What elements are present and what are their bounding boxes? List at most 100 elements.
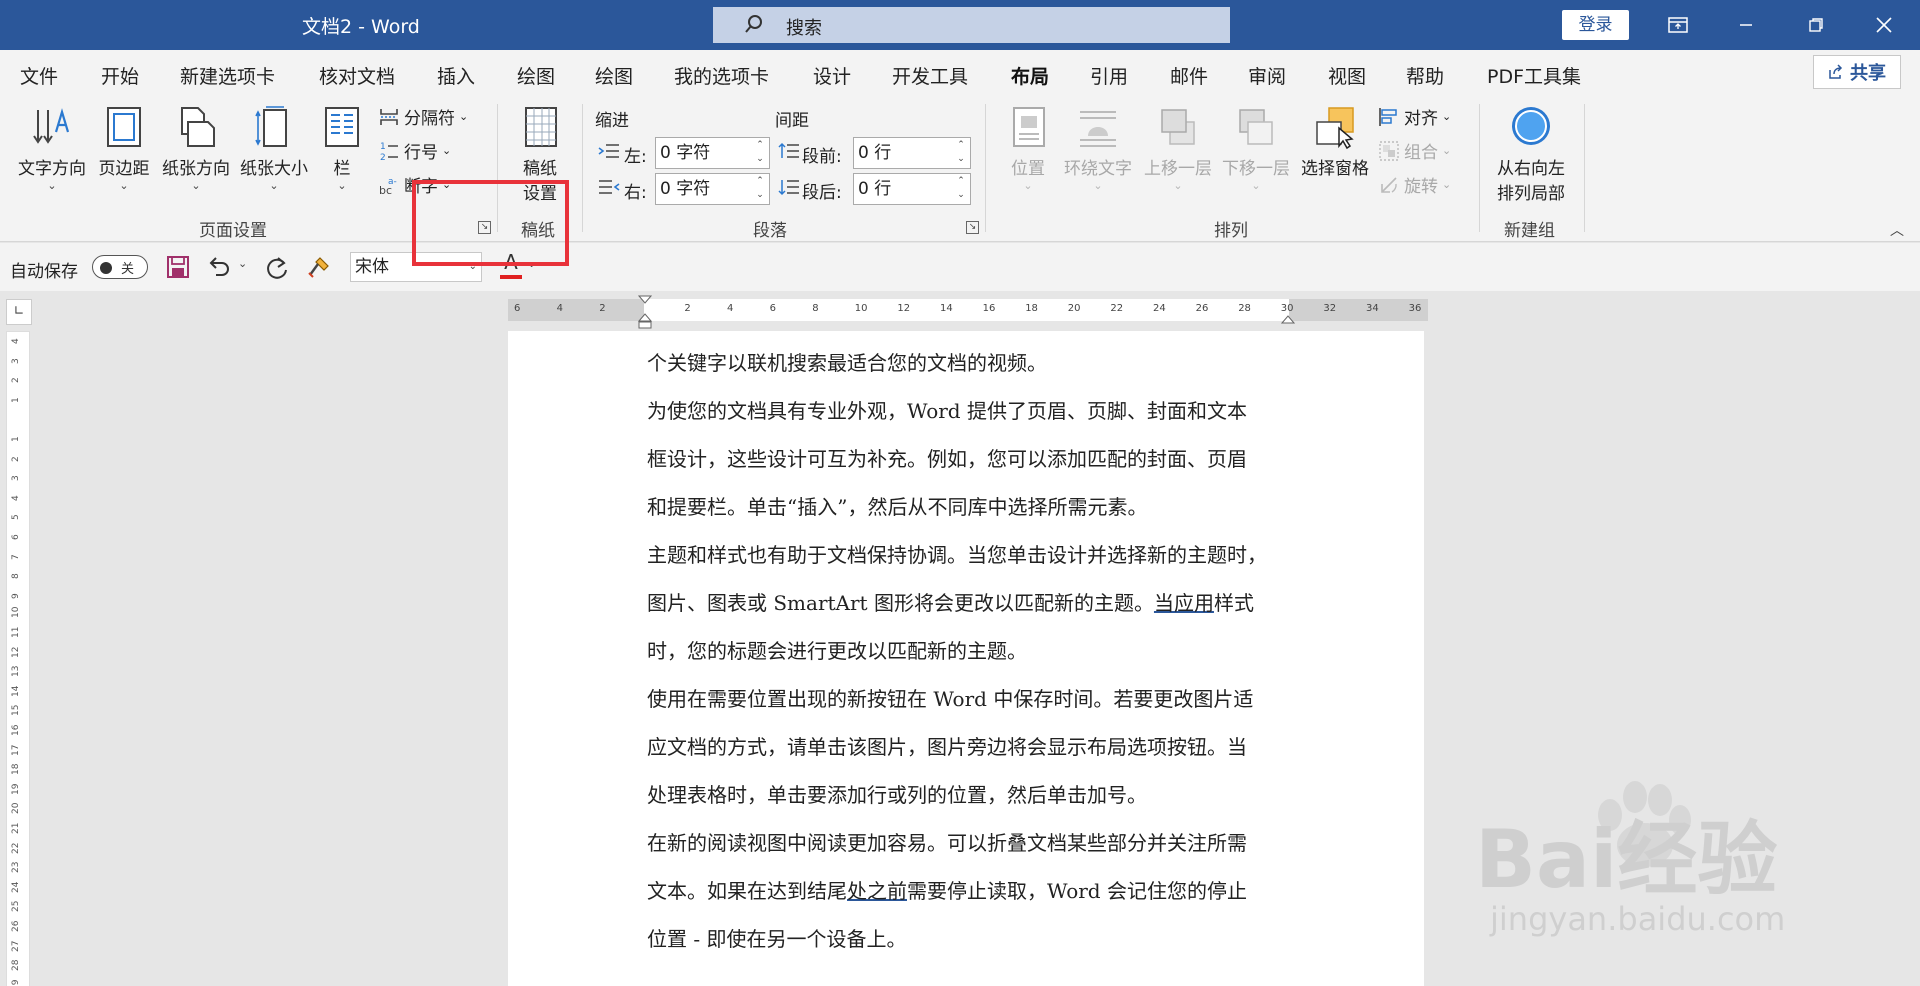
document-line[interactable]: 文本。如果在达到结尾处之前需要停止读取，Word 会记住您的停止 <box>647 867 1307 915</box>
tab-home[interactable]: 开始 <box>101 62 139 89</box>
indent-left-input[interactable]: 0 字符 ⌃ ⌄ <box>655 137 770 169</box>
tab-references[interactable]: 引用 <box>1090 62 1128 89</box>
format-painter-icon[interactable] <box>306 255 332 279</box>
tab-design[interactable]: 设计 <box>813 62 851 89</box>
document-line[interactable]: 时，您的标题会进行更改以匹配新的主题。 <box>647 627 1307 675</box>
send-backward-button[interactable]: 下移一层 ⌄ <box>1218 104 1294 192</box>
rotate-button[interactable]: 旋转 ⌄ <box>1378 172 1451 197</box>
collapse-ribbon-icon[interactable]: ︿ <box>1890 220 1904 240</box>
spinner-icon[interactable]: ⌃ ⌄ <box>753 174 767 204</box>
save-icon[interactable] <box>166 255 190 279</box>
font-color-swatch <box>500 275 522 279</box>
document-body[interactable]: 个关键字以联机搜索最适合您的文档的视频。 为使您的文档具有专业外观，Word 提供… <box>647 339 1307 963</box>
spinner-icon[interactable]: ⌃ ⌄ <box>954 138 968 168</box>
document-line[interactable]: 使用在需要位置出现的新按钮在 Word 中保存时间。若要更改图片适 <box>647 675 1307 723</box>
ruler-tick: 11 <box>11 626 21 638</box>
search-placeholder: 搜索 <box>786 18 822 39</box>
ruler-tick: 26 <box>11 920 21 932</box>
margins-icon <box>107 107 141 147</box>
group-label-arrange: 排列 <box>1214 221 1248 241</box>
ruler-tick: 7 <box>11 553 21 560</box>
document-line[interactable]: 主题和样式也有助于文档保持协调。当您单击设计并选择新的主题时， <box>647 531 1307 579</box>
indent-right-input[interactable]: 0 字符 ⌃ ⌄ <box>655 173 770 205</box>
ribbon-display-options-icon[interactable] <box>1650 0 1706 50</box>
ruler-tick: 3 <box>11 475 21 482</box>
document-line[interactable]: 位置 - 即使在另一个设备上。 <box>647 915 1307 963</box>
ruler-tick: 2 <box>11 377 21 384</box>
bring-forward-button[interactable]: 上移一层 ⌄ <box>1140 104 1216 192</box>
login-button[interactable]: 登录 <box>1562 10 1629 40</box>
rtl-layout-button[interactable]: 从右向左 排列局部 <box>1490 104 1572 204</box>
document-line[interactable]: 为使您的文档具有专业外观，Word 提供了页眉、页脚、封面和文本 <box>647 387 1307 435</box>
text-direction-button[interactable]: 文字方向 ⌄ <box>12 104 92 192</box>
align-button[interactable]: 对齐 ⌄ <box>1378 104 1451 129</box>
document-line[interactable]: 图片、图表或 SmartArt 图形将会更改以匹配新的主题。当应用样式 <box>647 579 1307 627</box>
chevron-down-icon: ⌄ <box>119 179 129 192</box>
tab-check-document[interactable]: 核对文档 <box>319 62 395 89</box>
line-numbers-button[interactable]: 12 行号 ⌄ <box>378 138 451 164</box>
ruler-tick: 3 <box>11 357 21 364</box>
tab-draw-2[interactable]: 绘图 <box>595 62 633 89</box>
tab-developer[interactable]: 开发工具 <box>892 62 968 89</box>
wrap-text-button[interactable]: 环绕文字 ⌄ <box>1058 104 1138 192</box>
close-icon[interactable] <box>1856 0 1912 50</box>
ruler-text-area <box>644 299 1289 321</box>
autosave-toggle[interactable]: 关 <box>92 255 148 279</box>
document-line[interactable]: 处理表格时，单击要添加行或列的位置，然后单击加号。 <box>647 771 1307 819</box>
ruler-tick: 18 <box>1025 303 1038 314</box>
tab-view[interactable]: 视图 <box>1328 62 1366 89</box>
right-indent-marker-icon[interactable] <box>1281 311 1295 325</box>
spacing-before-input[interactable]: 0 行 ⌃ ⌄ <box>853 137 971 169</box>
group-objects-button[interactable]: 组合 ⌄ <box>1378 138 1451 163</box>
document-page[interactable]: 个关键字以联机搜索最适合您的文档的视频。 为使您的文档具有专业外观，Word 提供… <box>508 331 1424 986</box>
breaks-button[interactable]: 分隔符 ⌄ <box>378 104 468 129</box>
undo-dropdown-icon[interactable]: ⌄ <box>238 257 247 270</box>
minimize-icon[interactable] <box>1718 0 1774 50</box>
spacing-before-icon <box>778 142 799 158</box>
search-box[interactable]: 搜索 <box>713 7 1230 43</box>
proofing-underline-text[interactable]: 当应用 <box>1154 591 1214 615</box>
orientation-button[interactable]: 纸张方向 ⌄ <box>156 104 236 192</box>
paragraph-launcher-icon[interactable]: ↘ <box>966 221 979 234</box>
tab-new-tab[interactable]: 新建选项卡 <box>180 62 275 89</box>
spacing-after-input[interactable]: 0 行 ⌃ ⌄ <box>853 173 971 205</box>
tab-draw[interactable]: 绘图 <box>517 62 555 89</box>
spinner-icon[interactable]: ⌃ ⌄ <box>753 138 767 168</box>
tab-file[interactable]: 文件 <box>20 62 58 89</box>
chevron-down-icon: ⌄ <box>337 179 347 192</box>
share-icon <box>1829 64 1843 79</box>
document-line[interactable]: 应文档的方式，请单击该图片，图片旁边将会显示布局选项按钮。当 <box>647 723 1307 771</box>
watermark-url: jingyan.baidu.com <box>1490 900 1786 938</box>
circle-icon <box>1512 107 1550 145</box>
ruler-tick: 4 <box>11 338 21 344</box>
redo-icon[interactable] <box>264 255 290 281</box>
indent-right-icon <box>599 180 620 194</box>
tab-selector-icon[interactable]: ∟ <box>6 299 32 325</box>
document-line[interactable]: 在新的阅读视图中阅读更加容易。可以折叠文档某些部分并关注所需 <box>647 819 1307 867</box>
tab-insert[interactable]: 插入 <box>437 62 475 89</box>
margins-button[interactable]: 页边距 ⌄ <box>94 104 154 192</box>
ruler-tick: 6 <box>514 303 521 314</box>
indent-marker-icon[interactable] <box>638 295 652 329</box>
tab-layout[interactable]: 布局 <box>1011 62 1050 99</box>
tab-review[interactable]: 审阅 <box>1248 62 1286 89</box>
document-line[interactable]: 和提要栏。单击“插入”，然后从不同库中选择所需元素。 <box>647 483 1307 531</box>
selection-pane-button[interactable]: 选择窗格 <box>1296 104 1374 179</box>
size-button[interactable]: 纸张大小 ⌄ <box>234 104 314 192</box>
document-line[interactable]: 个关键字以联机搜索最适合您的文档的视频。 <box>647 339 1307 387</box>
document-line[interactable]: 框设计，这些设计可互为补充。例如，您可以添加匹配的封面、页眉 <box>647 435 1307 483</box>
tab-mailings[interactable]: 邮件 <box>1170 62 1208 89</box>
undo-icon[interactable] <box>206 255 232 279</box>
restore-icon[interactable] <box>1788 0 1844 50</box>
proofing-underline-text[interactable]: 处之前 <box>847 879 907 903</box>
spinner-icon[interactable]: ⌃ ⌄ <box>954 174 968 204</box>
tab-my-tab[interactable]: 我的选项卡 <box>674 62 769 89</box>
position-button[interactable]: 位置 ⌄ <box>1000 104 1056 192</box>
chevron-down-icon: ⌄ <box>47 179 57 192</box>
tab-pdf-tools[interactable]: PDF工具集 <box>1487 62 1581 89</box>
columns-button[interactable]: 栏 ⌄ <box>320 104 364 192</box>
breaks-icon <box>380 108 398 125</box>
tab-help[interactable]: 帮助 <box>1406 62 1444 89</box>
ruler-tick: 4 <box>11 495 21 501</box>
share-button[interactable]: 共享 <box>1813 55 1901 89</box>
